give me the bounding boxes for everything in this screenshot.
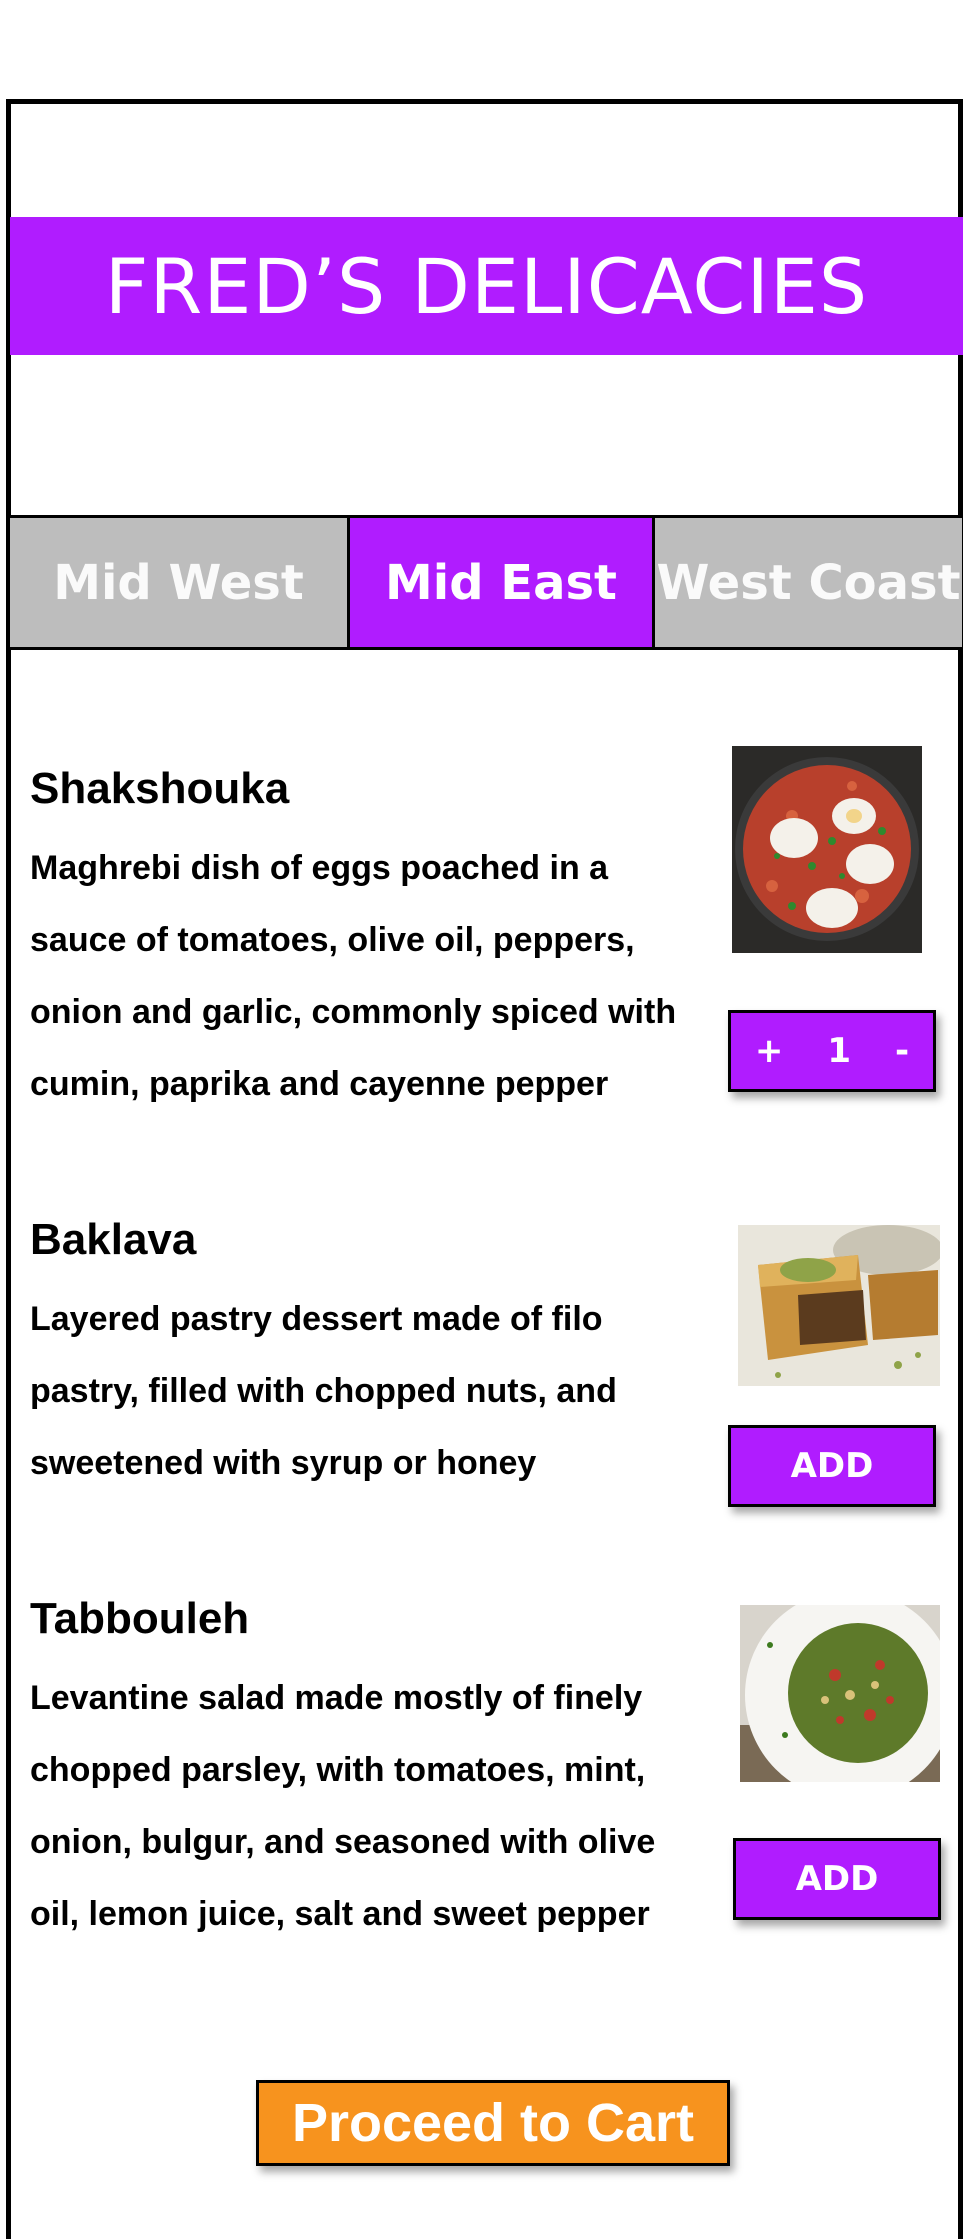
shakshouka-image (732, 746, 922, 953)
decrement-button[interactable]: - (895, 1031, 909, 1071)
tabbouleh-image (740, 1605, 940, 1782)
proceed-to-cart-button[interactable]: Proceed to Cart (256, 2080, 730, 2166)
add-baklava-button[interactable]: ADD (728, 1425, 936, 1507)
item-name: Shakshouka (30, 764, 290, 813)
add-tabbouleh-button[interactable]: ADD (733, 1838, 941, 1920)
item-name: Baklava (30, 1215, 197, 1264)
restaurant-title: FRED’S DELICACIES (10, 217, 963, 355)
item-name: Tabbouleh (30, 1594, 250, 1643)
increment-button[interactable]: + (755, 1031, 784, 1071)
quantity-value: 1 (827, 1031, 852, 1071)
item-description: Layered pastry dessert made of filo past… (30, 1300, 617, 1482)
tab-west-coast[interactable]: West Coast (655, 518, 962, 647)
baklava-image (738, 1225, 940, 1386)
item-description: Maghrebi dish of eggs poached in a sauce… (30, 849, 677, 1103)
item-description: Levantine salad made mostly of finely ch… (30, 1679, 656, 1933)
region-tabs: Mid West Mid East West Coast (10, 515, 962, 650)
quantity-stepper: + 1 - (728, 1010, 936, 1092)
tab-mid-west[interactable]: Mid West (10, 518, 350, 647)
tab-mid-east[interactable]: Mid East (350, 518, 655, 647)
